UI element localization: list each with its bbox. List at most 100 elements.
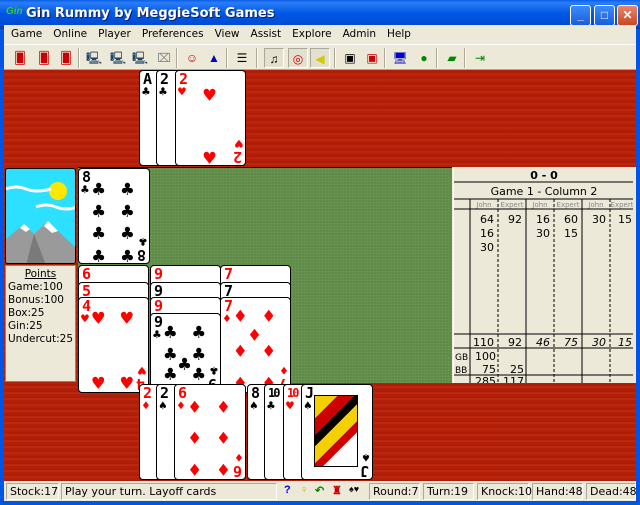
- card-pip: ♥: [92, 305, 105, 330]
- hint-bulb-icon[interactable]: ♀: [300, 484, 308, 496]
- card-suit: ♥: [81, 312, 89, 327]
- status-bar: Stock:17 Play your turn. Layoff cards ? …: [4, 481, 637, 501]
- card-suit: ♦: [142, 399, 150, 414]
- card-pip: ♦: [217, 426, 230, 451]
- points-bonus: Bonus:100: [8, 294, 64, 306]
- card-pip: ♣: [92, 220, 105, 245]
- help-book-icon[interactable]: ▰: [442, 48, 462, 68]
- points-heading: Points: [24, 268, 57, 280]
- card-suit-bottom: ♣: [210, 362, 218, 377]
- toolbar-separator: [176, 48, 178, 68]
- grand-total: 117: [503, 375, 524, 383]
- internet-icon[interactable]: 🖥: [390, 48, 410, 68]
- mountain-card-back: [6, 182, 75, 263]
- player-header: John: [475, 201, 491, 209]
- stock-pile[interactable]: [5, 168, 76, 264]
- card-pip: ♣: [178, 352, 191, 376]
- card-pip: ♦: [262, 303, 275, 328]
- network-query-icon[interactable]: 🖳: [130, 48, 150, 68]
- deal-icon[interactable]: 🂠: [34, 48, 54, 68]
- card-pip: ♣: [192, 320, 205, 344]
- network-play-icon[interactable]: 🖳: [108, 48, 128, 68]
- speech-icon[interactable]: ◎: [288, 48, 308, 68]
- wizard-icon[interactable]: ▲: [204, 48, 224, 68]
- suits-icon[interactable]: ♠♥: [349, 484, 359, 494]
- toolbar-separator: [226, 48, 228, 68]
- card-pip: ♣: [92, 198, 105, 223]
- menu-preferences[interactable]: Preferences: [137, 25, 210, 44]
- card-9-clubs[interactable]: 9♣♣♣♣♣♣♣♣♣♣9♣: [150, 313, 221, 393]
- card-suit: ♠: [159, 399, 167, 414]
- undo-icon[interactable]: ↶: [315, 484, 324, 497]
- card-pip: ♦: [262, 339, 275, 364]
- card-suit: ♣: [267, 399, 275, 414]
- chat-icon[interactable]: ▣: [340, 48, 360, 68]
- menu-player[interactable]: Player: [93, 25, 137, 44]
- card-pip: ♣: [121, 220, 134, 245]
- menu-online[interactable]: Online: [48, 25, 93, 44]
- card-J-spades[interactable]: J ♠ J ♠: [301, 384, 373, 480]
- undo-card-icon[interactable]: 🂠: [56, 48, 76, 68]
- card-pip: ♦: [217, 394, 230, 419]
- status-message: Play your turn. Layoff cards: [61, 483, 277, 500]
- toolbar-separator: [384, 48, 386, 68]
- card-8-clubs[interactable]: 8 ♣ ♣ ♣ ♣ ♣ ♣ ♣ ♣ ♣ 8 ♣: [78, 168, 150, 264]
- toolbar: 🂠 🂠 🂠 🖳 🖳 🖳 ⌧ ☺ ▲ ☰ ♫ ◎ ◀ ▣ ▣ 🖥 ● ▰ ⇥: [4, 44, 636, 70]
- knock-value: Knock:10: [477, 483, 532, 500]
- card-pip: ♣: [121, 176, 134, 201]
- card-7-diamonds[interactable]: 7♦♦♦♦♦♦♦♦7♦: [220, 297, 291, 393]
- connect-icon[interactable]: 🖳: [84, 48, 104, 68]
- scoresheet-icon[interactable]: ☰: [232, 48, 252, 68]
- toolbar-separator: [78, 48, 80, 68]
- card-rank-bottom: 2: [232, 148, 242, 166]
- score-cell: 60: [564, 213, 578, 226]
- card-pip: ♣: [92, 243, 105, 264]
- switch-player-icon[interactable]: ☺: [182, 48, 202, 68]
- menu-game[interactable]: Game: [6, 25, 48, 44]
- card-6-diamonds[interactable]: 6 ♦ ♦ ♦ ♦ ♦ ♦ ♦ 6 ♦: [174, 384, 246, 480]
- card-2-hearts[interactable]: 2 ♥ ♥ ♥ 2 ♥: [175, 70, 246, 166]
- menu-admin[interactable]: Admin: [338, 25, 382, 44]
- menu-help[interactable]: Help: [382, 25, 417, 44]
- menu-view[interactable]: View: [210, 25, 246, 44]
- help-icon[interactable]: ?: [284, 484, 291, 496]
- card-suit: ♣: [159, 85, 167, 100]
- gin-icon: Gin: [6, 6, 23, 17]
- card-suit: ♥: [178, 85, 186, 100]
- menu-assist[interactable]: Assist: [246, 25, 288, 44]
- score-cell: 16: [536, 213, 550, 226]
- player-header: Expert: [557, 201, 580, 209]
- new-game-icon[interactable]: 🂠: [10, 48, 30, 68]
- card-pip: ♥: [92, 370, 105, 393]
- points-box: Box:25: [8, 307, 45, 319]
- chat-off-icon[interactable]: ▣: [362, 48, 382, 68]
- toolbar-separator: [334, 48, 336, 68]
- menu-explore[interactable]: Explore: [287, 25, 337, 44]
- card-suit: ♣: [81, 183, 89, 198]
- sun-icon: [49, 182, 67, 200]
- castle-icon[interactable]: ♜: [332, 484, 342, 497]
- points-game: Game:100: [8, 281, 63, 293]
- music-icon[interactable]: ♫: [264, 48, 284, 68]
- column-total: 110: [473, 336, 494, 349]
- gin-bonus-score: 100: [475, 350, 496, 363]
- card-pip: ♦: [234, 303, 247, 328]
- disconnect-icon[interactable]: ⌧: [154, 48, 174, 68]
- globe-icon[interactable]: ●: [414, 48, 434, 68]
- minimize-button[interactable]: _: [570, 5, 591, 26]
- card-pip: ♥: [120, 370, 133, 393]
- player-header: Expert: [611, 201, 633, 209]
- player-header: Expert: [501, 201, 524, 209]
- column-total: 15: [618, 336, 632, 349]
- toolbar-separator: [464, 48, 466, 68]
- card-4-hearts[interactable]: 4♥♥♥♥♥4♥: [78, 297, 149, 393]
- score-cell: 64: [480, 213, 494, 226]
- exit-icon[interactable]: ⇥: [470, 48, 490, 68]
- opponent-area: [4, 70, 636, 167]
- close-button[interactable]: ✕: [617, 5, 638, 26]
- card-pip: ♥: [203, 83, 216, 108]
- sound-icon[interactable]: ◀: [310, 48, 330, 68]
- window-title: Gin Rummy by MeggieSoft Games: [26, 6, 275, 21]
- card-rank-bottom: 6: [232, 462, 242, 480]
- maximize-button[interactable]: □: [594, 5, 615, 26]
